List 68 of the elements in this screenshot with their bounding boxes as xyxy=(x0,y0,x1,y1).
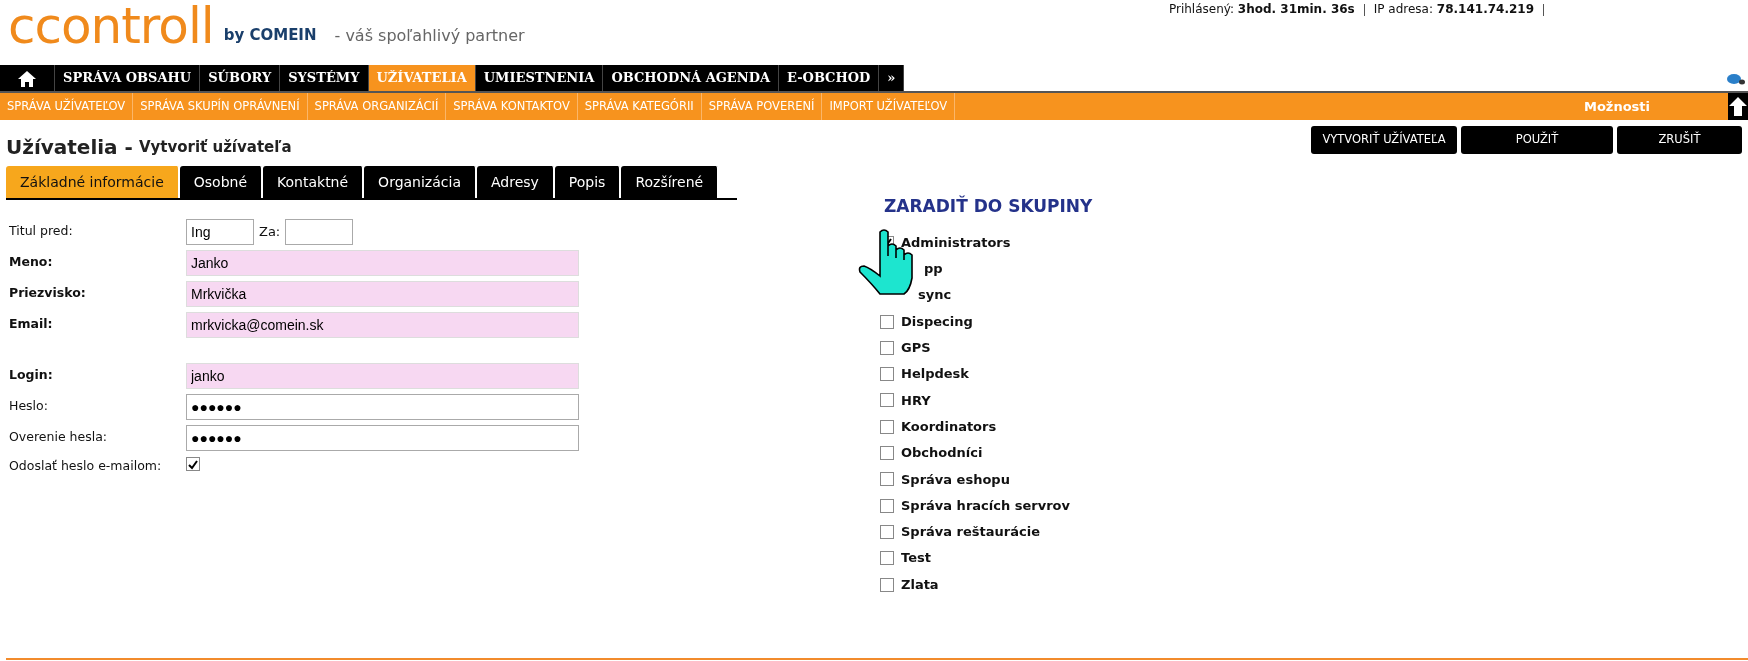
tagline: - váš spoľahlivý partner xyxy=(334,25,525,47)
checkbox[interactable] xyxy=(880,367,894,382)
checkbox-label: Helpdesk xyxy=(901,365,969,384)
input-field[interactable]: ●●●●●● xyxy=(186,393,579,420)
divider-line xyxy=(1542,3,1545,16)
logo-byline: by COMEIN xyxy=(223,24,317,46)
tab[interactable]: Organizácia xyxy=(364,166,477,198)
checkbox-label: Správa eshopu xyxy=(901,470,1010,489)
field-label: Za: xyxy=(259,222,281,241)
checkbox[interactable] xyxy=(880,577,894,592)
checkbox-label: Dispecing xyxy=(901,312,973,331)
input-field[interactable]: janko xyxy=(186,362,579,389)
tab[interactable]: Rozšírené xyxy=(621,166,720,198)
field-label: Heslo: xyxy=(9,397,49,416)
tab[interactable]: Základné informácie xyxy=(6,166,180,198)
field-label: Titul pred: xyxy=(9,222,74,241)
input-field[interactable] xyxy=(285,218,354,245)
input-field[interactable]: Janko xyxy=(186,249,579,276)
checkbox[interactable] xyxy=(880,498,894,513)
mouse-icon xyxy=(1726,72,1746,86)
checkbox-label: pp xyxy=(924,260,943,279)
checkbox-label: Správa hracích servrov xyxy=(901,496,1070,515)
checkbox[interactable] xyxy=(880,472,894,487)
tab[interactable]: Osobné xyxy=(179,166,264,198)
checkbox-label: Test xyxy=(901,549,931,568)
checkbox[interactable] xyxy=(880,446,894,460)
checkbox-label: GPS xyxy=(901,339,931,358)
checkbox[interactable] xyxy=(186,457,200,471)
session-time: Prihlásený: 3hod. 31min. 36s xyxy=(1168,2,1355,16)
checkbox[interactable] xyxy=(880,419,894,434)
checkbox-label: HRY xyxy=(901,391,931,410)
input-field[interactable]: ●●●●●● xyxy=(186,424,579,451)
tab[interactable]: Adresy xyxy=(476,166,555,198)
arrow-up-icon xyxy=(1729,96,1747,117)
input-field[interactable]: Mrkvička xyxy=(186,280,579,307)
field-label: Login: xyxy=(9,366,54,385)
checkbox-label: sync xyxy=(918,286,952,305)
ip-address: IP adresa: 78.141.74.219 xyxy=(1373,2,1534,16)
scroll-top-button[interactable] xyxy=(1728,93,1748,120)
divider-line xyxy=(1362,3,1366,16)
check-icon xyxy=(187,458,199,470)
page-subtitle: Vytvoriť užívateľa xyxy=(138,136,292,158)
field-label: Priezvisko: xyxy=(9,284,87,303)
checkbox[interactable] xyxy=(880,393,894,408)
page-title: Užívatelia - xyxy=(6,134,133,161)
field-label: Meno: xyxy=(9,253,54,272)
checkbox-label: Administrators xyxy=(901,233,1011,252)
section-heading: ZARADIŤ DO SKUPINY xyxy=(884,194,1093,218)
checkbox[interactable] xyxy=(880,524,894,539)
checkbox[interactable] xyxy=(880,551,894,566)
action-button[interactable]: POUŽIŤ xyxy=(1461,126,1613,154)
checkbox-label: Obchodníci xyxy=(901,444,983,463)
logo-text: ccontroll xyxy=(8,0,214,52)
checkbox-label: Správa reštaurácie xyxy=(901,523,1040,542)
field-label: Overenie hesla: xyxy=(9,428,108,447)
action-button[interactable]: VYTVORIŤ UŽÍVATEĽA xyxy=(1311,126,1457,154)
checkbox[interactable] xyxy=(880,340,894,355)
input-field[interactable]: Ing xyxy=(186,218,254,245)
action-button[interactable]: ZRUŠIŤ xyxy=(1617,126,1742,154)
checkbox[interactable] xyxy=(880,314,894,329)
input-field[interactable]: mrkvicka@comein.sk xyxy=(186,311,579,338)
field-label: Email: xyxy=(9,315,54,334)
checkbox-label: Zlata xyxy=(901,575,939,594)
home-icon xyxy=(16,68,38,88)
checkbox-label: Koordinators xyxy=(901,417,997,436)
tab[interactable]: Popis xyxy=(554,166,622,198)
tab[interactable]: Kontaktné xyxy=(263,166,365,198)
field-label: Odoslať heslo e-mailom: xyxy=(9,457,163,475)
